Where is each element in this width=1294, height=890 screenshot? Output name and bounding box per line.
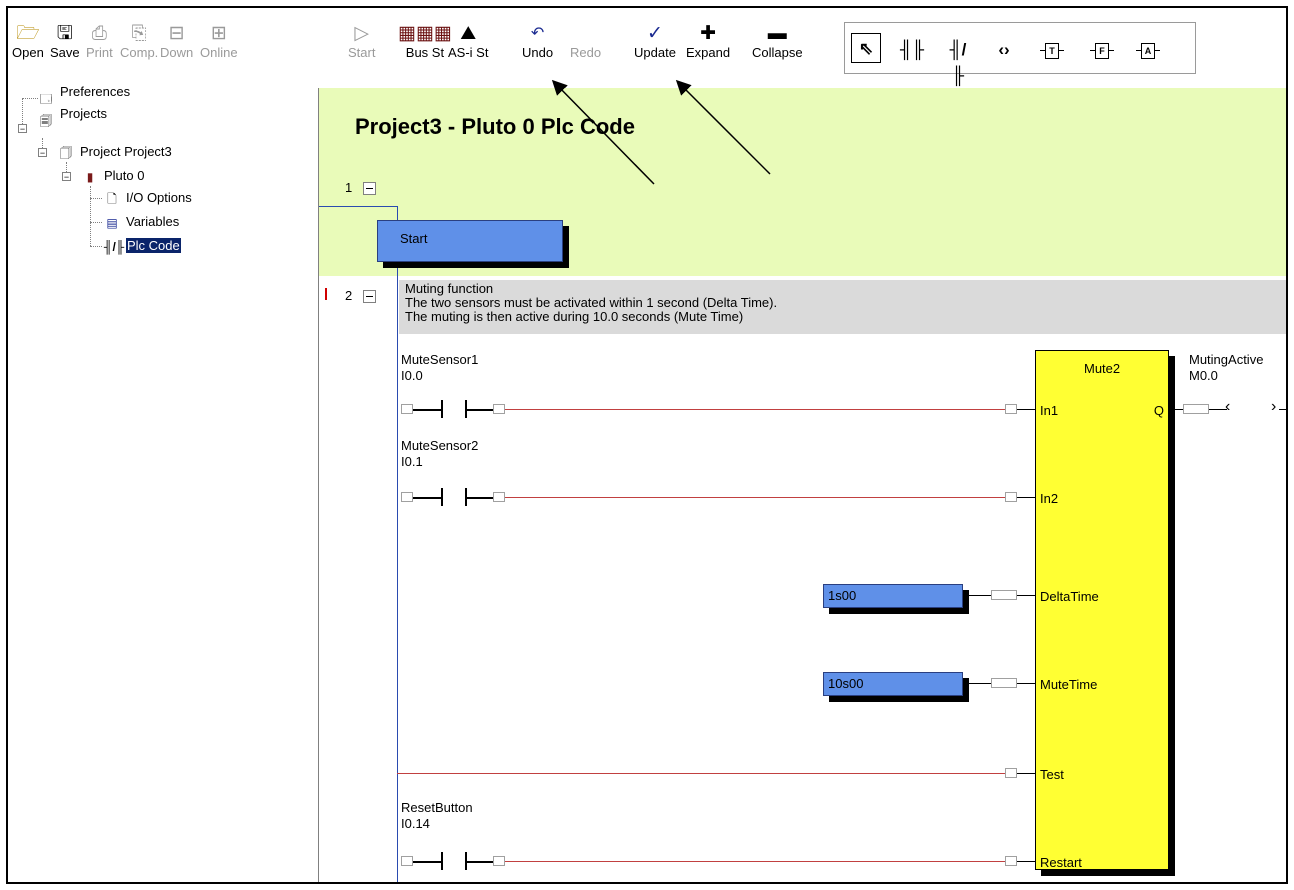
normally-open-contact[interactable] [413, 488, 503, 508]
contact-variable-name: MuteSensor1 [401, 352, 479, 367]
contact-wire [465, 497, 495, 499]
arrow-to-update [675, 79, 771, 175]
rung-number: 2 [345, 288, 353, 303]
connection-point[interactable] [401, 492, 413, 502]
input-pin-in2: In2 [1040, 491, 1059, 506]
comment-line: The muting is then active during 10.0 se… [405, 309, 744, 324]
connection-point[interactable] [991, 678, 1017, 688]
contact-address: I0.1 [401, 454, 423, 469]
connection-point[interactable] [493, 492, 505, 502]
wire [969, 595, 991, 596]
contact-wire [465, 409, 495, 411]
normally-open-contact[interactable] [413, 852, 503, 872]
annotation-arrows [551, 79, 771, 185]
connection-point[interactable] [493, 856, 505, 866]
start-block[interactable]: Start [377, 220, 563, 262]
rung-comment[interactable]: Muting function The two sensors must be … [399, 280, 1286, 334]
output-pin-q: Q [1153, 403, 1164, 418]
comment-line: Muting function [405, 281, 494, 296]
application-window: 🗁 Open 🖫 Save ⎙ Print ⎘ Comp. ⊟ Down ⊞ O… [6, 6, 1288, 884]
ladder-contact-icon: ╢/╟ [104, 239, 125, 254]
wire [1017, 409, 1035, 410]
tree-item-variables[interactable]: ▤ Variables [104, 214, 179, 230]
connection-point[interactable] [1005, 492, 1017, 502]
coil-address: M0.0 [1189, 368, 1218, 383]
wire [397, 773, 1005, 774]
tree-line [90, 246, 102, 247]
contact-wire [413, 409, 441, 411]
contact-wire [413, 861, 441, 863]
wire [1017, 595, 1035, 596]
connection-point[interactable] [1005, 856, 1017, 866]
function-block-name: Mute2 [1084, 361, 1121, 376]
contact-bar [441, 400, 443, 418]
contact-wire [465, 861, 495, 863]
wire [1175, 409, 1183, 410]
rung-error-marker [325, 288, 327, 300]
connection-point[interactable] [1005, 404, 1017, 414]
tree-item-plc-code[interactable]: ╢/╟ Plc Code [104, 238, 181, 254]
wire [505, 497, 1005, 498]
coil-left-bracket: ‹ [1225, 398, 1231, 415]
input-pin-restart: Restart [1040, 855, 1082, 870]
contact-bar [441, 488, 443, 506]
delta-time-constant[interactable]: 1s00 [823, 584, 963, 608]
rung-collapse-button[interactable] [363, 290, 376, 303]
normally-open-contact[interactable] [413, 400, 503, 420]
wire [505, 861, 1005, 862]
connection-point[interactable] [493, 404, 505, 414]
wire [1017, 861, 1035, 862]
contact-variable-name: ResetButton [401, 800, 473, 815]
contact-bar [441, 852, 443, 870]
mute-time-constant[interactable]: 10s00 [823, 672, 963, 696]
input-pin-delta-time: DeltaTime [1040, 589, 1099, 604]
wire [1017, 683, 1035, 684]
contact-variable-name: MuteSensor2 [401, 438, 479, 453]
contact-address: I0.0 [401, 368, 423, 383]
wire [1017, 773, 1035, 774]
connection-point[interactable] [1005, 768, 1017, 778]
contact-wire [413, 497, 441, 499]
power-rail [397, 206, 398, 882]
comment-line: The two sensors must be activated within… [405, 295, 778, 310]
wire [1279, 409, 1286, 410]
connection-point[interactable] [1183, 404, 1209, 414]
wire [969, 683, 991, 684]
mute-function-block[interactable]: Mute2 In1 Q In2 DeltaTime MuteTime Test … [1035, 350, 1169, 870]
connection-point[interactable] [991, 590, 1017, 600]
input-pin-test: Test [1040, 767, 1064, 782]
connection-point[interactable] [401, 404, 413, 414]
variables-icon: ▤ [106, 215, 118, 230]
wire [505, 409, 1005, 410]
coil-right-bracket: › [1271, 398, 1277, 415]
connection-point[interactable] [401, 856, 413, 866]
input-pin-mute-time: MuteTime [1040, 677, 1098, 692]
wire [1017, 497, 1035, 498]
coil-variable-name: MutingActive [1189, 352, 1264, 367]
contact-address: I0.14 [401, 816, 430, 831]
input-pin-in1: In1 [1040, 403, 1059, 418]
tree-line [90, 222, 102, 223]
arrow-to-undo [551, 79, 655, 185]
